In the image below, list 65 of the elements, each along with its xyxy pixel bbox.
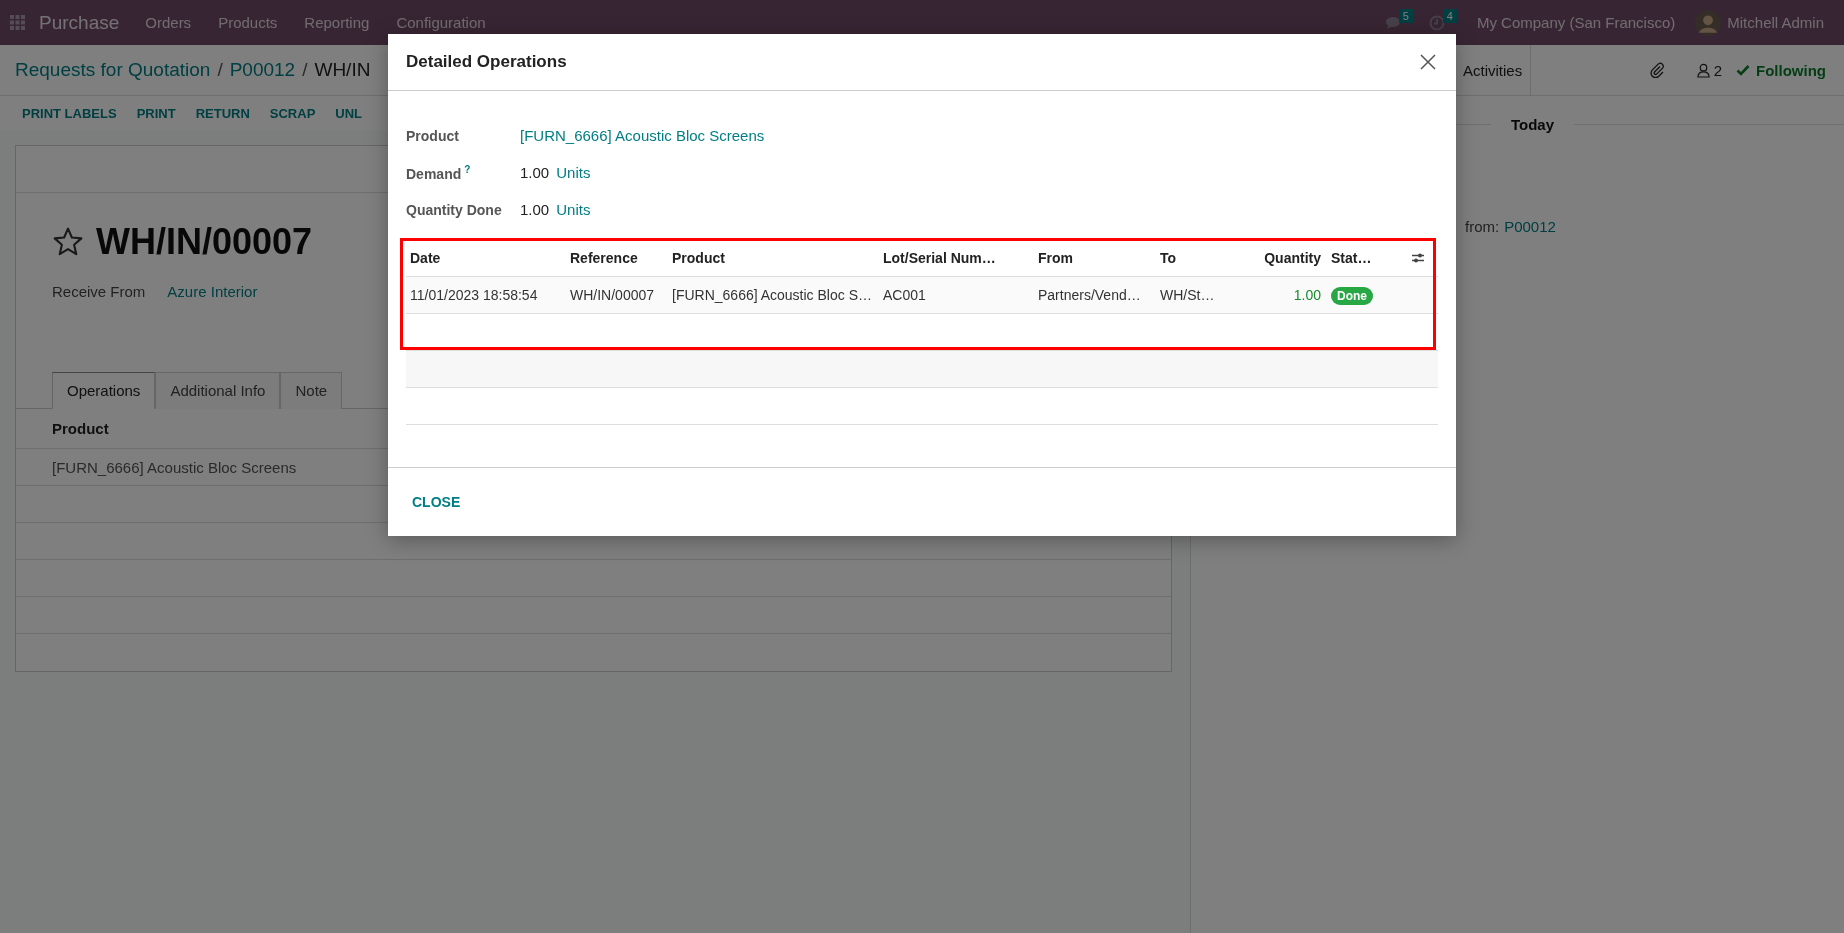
close-button[interactable]: CLOSE xyxy=(404,488,469,516)
settings-icon[interactable] xyxy=(1411,252,1425,264)
breadcrumb-separator: / xyxy=(302,59,308,81)
status-badge: Done xyxy=(1331,287,1373,305)
dialog-title: Detailed Operations xyxy=(406,52,567,72)
app-name[interactable]: Purchase xyxy=(39,11,120,34)
message-text: from: xyxy=(1465,218,1500,235)
action-button[interactable]: SCRAP xyxy=(259,101,326,125)
unit-link[interactable]: Units xyxy=(556,201,591,218)
message-count: 5 xyxy=(1398,8,1413,23)
column-header[interactable]: From xyxy=(1034,250,1156,266)
column-header: Product xyxy=(52,420,109,437)
order-link[interactable]: P00012 xyxy=(1504,218,1556,235)
date-separator: Today xyxy=(1510,116,1556,133)
field-label: Demand $^{?}$ xyxy=(406,163,472,182)
table-cell-text: AC001 xyxy=(882,287,927,303)
column-header[interactable]: Date xyxy=(406,250,566,266)
table-cell-text: Partners/Vend… xyxy=(1037,287,1142,303)
field-label: Product xyxy=(406,127,460,144)
tab[interactable]: Additional Info xyxy=(155,372,281,409)
menu-item[interactable]: Configuration xyxy=(396,14,486,31)
column-header[interactable]: Reference xyxy=(566,250,668,266)
field-label: Quantity Done xyxy=(406,201,503,218)
action-button[interactable]: PRINT xyxy=(126,101,186,125)
action-button[interactable]: PRINT LABELS xyxy=(12,101,127,125)
breadcrumb-item[interactable]: P00012 xyxy=(229,59,296,81)
user-name[interactable]: Mitchell Admin xyxy=(1727,14,1824,31)
close-icon[interactable] xyxy=(1420,54,1436,70)
person-icon xyxy=(1696,62,1710,78)
quantity-value: 1.00 xyxy=(520,164,550,181)
record-title: WH/IN/00007 xyxy=(96,221,313,263)
company-switcher[interactable]: My Company (San Francisco) xyxy=(1476,14,1676,31)
activities-button[interactable]: Activities xyxy=(1463,61,1529,79)
following-button[interactable]: Following xyxy=(1750,61,1826,79)
column-header[interactable]: To xyxy=(1156,250,1232,266)
breadcrumb-separator: / xyxy=(217,59,223,81)
breadcrumb-item[interactable]: WH/IN xyxy=(314,59,371,81)
tab[interactable]: Note xyxy=(280,372,343,409)
menu-item[interactable]: Orders xyxy=(145,14,192,31)
paperclip-icon[interactable] xyxy=(1648,62,1665,78)
field-label: Receive From xyxy=(52,283,146,300)
action-button[interactable]: RETURN xyxy=(185,101,260,125)
product-link[interactable]: [FURN_6666] Acoustic Bloc Screens xyxy=(520,127,765,144)
menu-item[interactable]: Products xyxy=(218,14,278,31)
table-cell-text: WH/St… xyxy=(1159,287,1216,303)
table-cell-text: 1.00 xyxy=(1292,287,1322,303)
breadcrumb-item[interactable]: Requests for Quotation xyxy=(15,59,211,81)
tab[interactable]: Operations xyxy=(52,372,156,409)
unit-link[interactable]: Units xyxy=(556,164,591,181)
table-cell: [FURN_6666] Acoustic Bloc Screens xyxy=(52,458,297,476)
action-button[interactable]: UNL xyxy=(325,101,373,125)
table-cell-text: [FURN_6666] Acoustic Bloc S… xyxy=(671,287,873,303)
column-header[interactable]: Stat… xyxy=(1327,250,1400,266)
activity-count: 4 xyxy=(1442,8,1457,23)
quantity-value: 1.00 xyxy=(520,201,550,218)
check-icon xyxy=(1736,64,1750,76)
table-cell-text: WH/IN/00007 xyxy=(569,287,656,303)
column-header[interactable]: Quantity xyxy=(1232,250,1327,266)
star-icon[interactable] xyxy=(52,226,84,258)
table-cell-text: 11/01/2023 18:58:54 xyxy=(409,287,539,303)
column-header[interactable]: Product xyxy=(668,250,879,266)
partner-link[interactable]: Azure Interior xyxy=(167,283,258,300)
menu-item[interactable]: Reporting xyxy=(304,14,370,31)
follower-count[interactable]: 2 xyxy=(1713,61,1722,79)
column-header[interactable]: Lot/Serial Num… xyxy=(879,250,1034,266)
